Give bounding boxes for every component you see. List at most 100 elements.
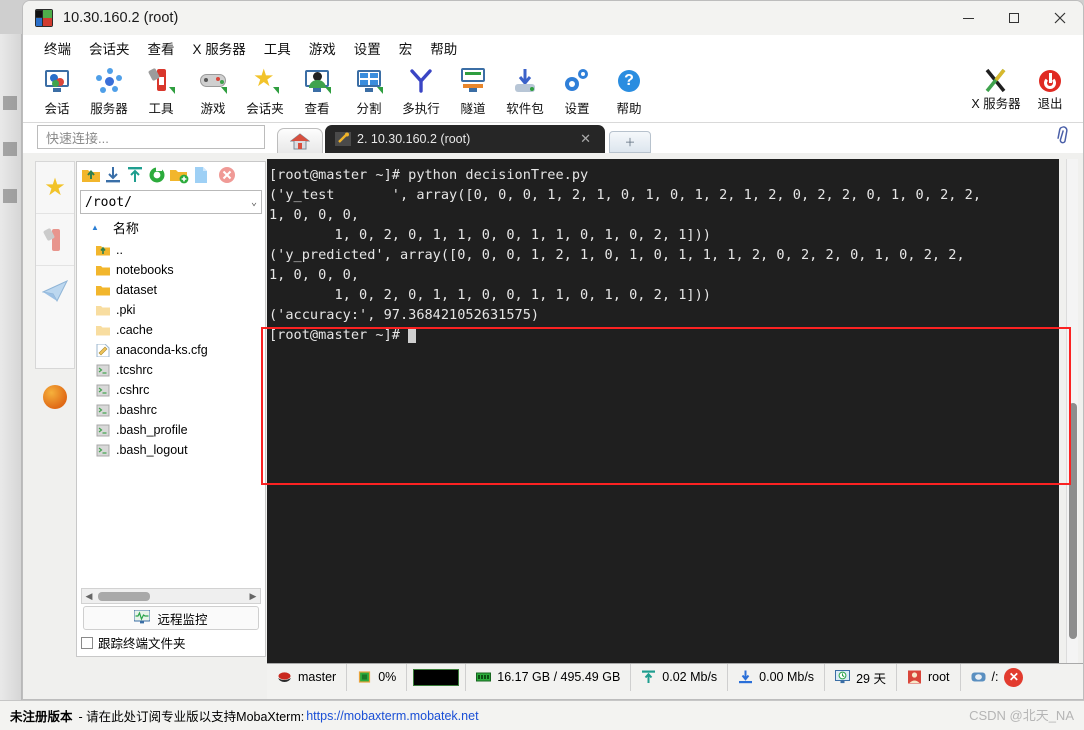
follow-terminal-folder-row[interactable]: 跟踪终端文件夹 xyxy=(81,633,186,652)
rail-favorites[interactable]: ★ xyxy=(36,162,74,214)
status-bar: master 0% 16.17 GB / 495.49 GB 0.02 Mb/s xyxy=(23,663,1083,699)
menu-xserver[interactable]: X 服务器 xyxy=(184,36,255,60)
menu-settings[interactable]: 设置 xyxy=(345,36,390,60)
list-item-label: .tcshrc xyxy=(116,363,153,377)
toolbar-exit-button[interactable]: 退出 xyxy=(1023,65,1077,111)
tab-session[interactable]: 2. 10.30.160.2 (root) ✕ xyxy=(325,125,605,153)
new-file-icon[interactable] xyxy=(191,165,211,185)
toolbar-packages-button[interactable]: 软件包 xyxy=(499,65,551,117)
list-item-label: .. xyxy=(116,243,123,257)
list-item[interactable]: notebooks xyxy=(78,260,264,280)
terminal-scrollbar[interactable] xyxy=(1066,159,1078,663)
chevron-down-icon[interactable]: ⌄ xyxy=(251,197,257,208)
paperclip-icon[interactable] xyxy=(1052,125,1075,152)
toolbar-view-button[interactable]: 查看 xyxy=(291,65,343,117)
list-item-label: .bash_profile xyxy=(116,423,188,437)
scroll-right-icon[interactable]: ▶ xyxy=(246,591,260,602)
up-folder-icon[interactable] xyxy=(81,165,101,185)
script-file-icon xyxy=(96,424,110,437)
status-close-button[interactable]: ✕ xyxy=(1004,667,1024,687)
download-arrow-icon xyxy=(738,670,753,684)
tab-add-button[interactable]: ＋ xyxy=(609,131,651,153)
session-icon xyxy=(43,67,71,95)
toolbar-sessions-folder-button[interactable]: ★ 会话夹 xyxy=(239,65,291,117)
window-title: 10.30.160.2 (root) xyxy=(63,10,179,26)
window-controls xyxy=(945,1,1083,35)
status-memory[interactable]: 16.17 GB / 495.49 GB xyxy=(466,663,632,691)
status-user-label: root xyxy=(927,670,950,684)
list-item[interactable]: .cshrc xyxy=(78,380,264,400)
tab-close-icon[interactable]: ✕ xyxy=(572,131,599,147)
sftp-column-header[interactable]: ▲ 名称 xyxy=(77,216,265,238)
menu-bar: 终端 会话夹 查看 X 服务器 工具 游戏 设置 宏 帮助 xyxy=(23,35,1083,61)
follow-terminal-folder-checkbox[interactable] xyxy=(81,636,93,649)
mobaxterm-link[interactable]: https://mobaxterm.mobatek.net xyxy=(306,709,478,723)
menu-macros[interactable]: 宏 xyxy=(390,36,422,60)
maximize-button[interactable] xyxy=(991,1,1037,35)
rail-tools[interactable] xyxy=(36,214,74,266)
sftp-file-list[interactable]: .. notebooks dataset .pki .cache anacond… xyxy=(78,240,264,578)
status-host[interactable]: master xyxy=(267,663,348,691)
list-item[interactable]: .bash_logout xyxy=(78,440,264,460)
unregistered-banner[interactable]: 未注册版本 - 请在此处订阅专业版以支持MobaXterm: https://m… xyxy=(0,700,1084,730)
toolbar-split-button[interactable]: 分割 xyxy=(343,65,395,117)
toolbar-session-button[interactable]: 会话 xyxy=(31,65,83,117)
status-uptime[interactable]: 29 天 xyxy=(825,663,897,691)
status-upload[interactable]: 0.02 Mb/s xyxy=(631,663,729,691)
list-item[interactable]: .. xyxy=(78,240,264,260)
sftp-horizontal-scrollbar[interactable]: ◀ ▶ xyxy=(81,588,261,604)
list-item[interactable]: .tcshrc xyxy=(78,360,264,380)
toolbar-servers-button[interactable]: 服务器 xyxy=(83,65,135,117)
list-item[interactable]: anaconda-ks.cfg xyxy=(78,340,264,360)
toolbar-servers-label: 服务器 xyxy=(90,102,128,116)
terminal-line: ('accuracy:', 97.368421052631575) xyxy=(269,307,540,323)
sftp-path-field[interactable]: /root/ ⌄ xyxy=(80,190,262,214)
terminal-output[interactable]: [root@master ~]# python decisionTree.py … xyxy=(267,159,1059,663)
download-icon[interactable] xyxy=(103,165,123,185)
tab-home[interactable] xyxy=(277,128,323,153)
list-item[interactable]: .bashrc xyxy=(78,400,264,420)
list-item-label: .cshrc xyxy=(116,383,150,397)
menu-help[interactable]: 帮助 xyxy=(421,36,466,60)
rail-sftp[interactable] xyxy=(36,266,74,318)
status-download[interactable]: 0.00 Mb/s xyxy=(728,663,826,691)
status-cpu[interactable]: 0% xyxy=(347,663,408,691)
toolbar-multiexec-button[interactable]: 多执行 xyxy=(395,65,447,117)
list-item[interactable]: .cache xyxy=(78,320,264,340)
unregistered-text: - 请在此处订阅专业版以支持MobaXterm: xyxy=(78,710,305,724)
upload-icon[interactable] xyxy=(125,165,145,185)
quick-connect-input[interactable]: 快速连接... xyxy=(37,125,265,149)
minimize-button[interactable] xyxy=(945,1,991,35)
list-item-label: anaconda-ks.cfg xyxy=(116,343,208,357)
list-item[interactable]: dataset xyxy=(78,280,264,300)
toolbar-settings-button[interactable]: 设置 xyxy=(551,65,603,117)
terminal-scroll-thumb[interactable] xyxy=(1069,403,1077,639)
toolbar-xserver-button[interactable]: X 服务器 xyxy=(969,65,1023,111)
toolbar-tools-button[interactable]: 工具 xyxy=(135,65,187,117)
toolbar-tunneling-button[interactable]: 隧道 xyxy=(447,65,499,117)
scroll-thumb[interactable] xyxy=(98,591,150,601)
menu-tools[interactable]: 工具 xyxy=(255,36,300,60)
remote-monitoring-button[interactable]: 远程监控 xyxy=(83,606,259,630)
toolbar-split-label: 分割 xyxy=(356,102,382,116)
new-folder-icon[interactable] xyxy=(169,165,189,185)
status-disk[interactable]: /: ✕ xyxy=(961,664,1034,691)
terminal-line: 1, 0, 0, 0, xyxy=(269,207,360,223)
scroll-left-icon[interactable]: ◀ xyxy=(82,591,96,602)
list-item[interactable]: .bash_profile xyxy=(78,420,264,440)
delete-icon[interactable] xyxy=(217,165,237,185)
list-item[interactable]: .pki xyxy=(78,300,264,320)
menu-view[interactable]: 查看 xyxy=(139,36,184,60)
status-user[interactable]: root xyxy=(897,663,961,691)
close-button[interactable] xyxy=(1037,1,1083,35)
uptime-icon xyxy=(835,670,851,684)
toolbar-help-button[interactable]: ? 帮助 xyxy=(603,65,655,117)
rail-globe[interactable] xyxy=(35,375,75,419)
toolbar-games-button[interactable]: 游戏 xyxy=(187,65,239,117)
menu-terminal[interactable]: 终端 xyxy=(35,36,80,60)
status-cells: master 0% 16.17 GB / 495.49 GB 0.02 Mb/s xyxy=(267,663,1083,691)
menu-games[interactable]: 游戏 xyxy=(300,36,345,60)
menu-sessions[interactable]: 会话夹 xyxy=(80,36,139,60)
status-graph[interactable] xyxy=(407,663,467,691)
refresh-icon[interactable] xyxy=(147,165,167,185)
